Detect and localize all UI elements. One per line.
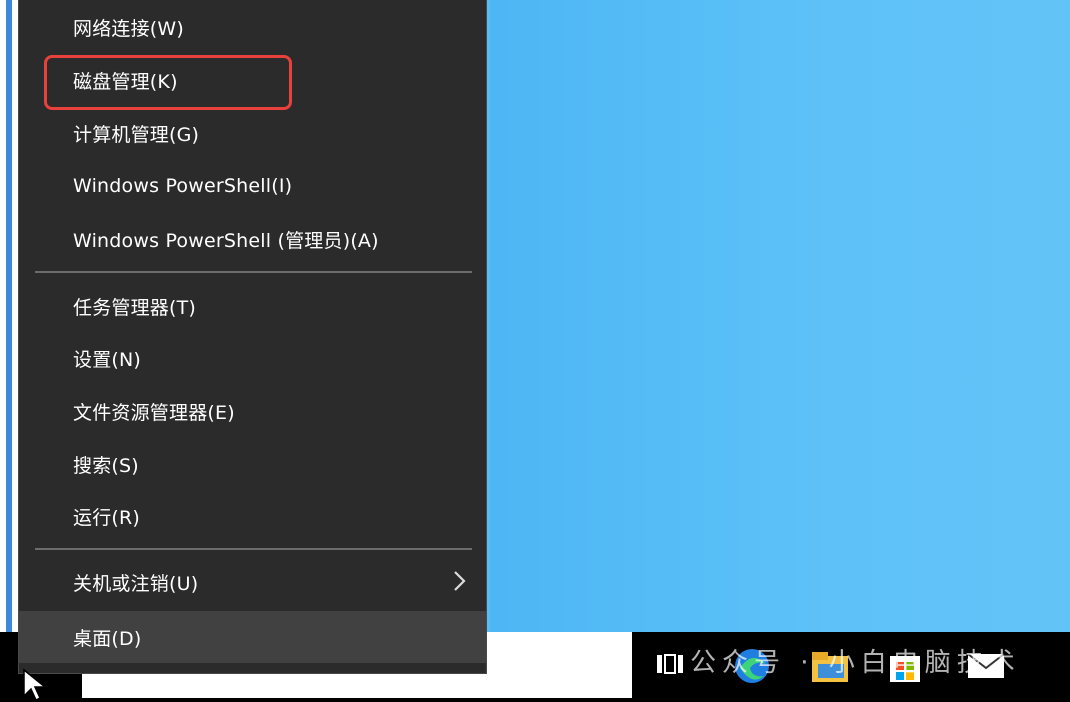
menu-item-file-explorer[interactable]: 文件资源管理器(E) (19, 388, 486, 434)
menu-item-label: Windows PowerShell(I) (73, 175, 293, 197)
menu-item-label: 运行(R) (73, 506, 141, 529)
menu-item-label: 关机或注销(U) (73, 572, 199, 595)
menu-item-powershell[interactable]: Windows PowerShell(I) (19, 163, 486, 209)
menu-item-label: 网络连接(W) (73, 17, 185, 40)
annotation-highlight-box (44, 55, 292, 110)
menu-item-run[interactable]: 运行(R) (19, 493, 486, 539)
task-view-icon[interactable] (655, 651, 685, 677)
chevron-right-icon (454, 571, 466, 591)
menu-item-powershell-admin[interactable]: Windows PowerShell (管理员)(A) (19, 216, 486, 262)
menu-separator (35, 548, 472, 550)
menu-item-task-manager[interactable]: 任务管理器(T) (19, 283, 486, 329)
menu-item-label: 桌面(D) (73, 627, 142, 650)
menu-item-settings[interactable]: 设置(N) (19, 335, 486, 381)
desktop-wallpaper (490, 0, 1070, 632)
menu-item-label: 设置(N) (73, 348, 142, 371)
watermark-text: 公众号 · 小白电脑技术 (690, 648, 1021, 678)
menu-item-search[interactable]: 搜索(S) (19, 441, 486, 487)
menu-item-label: Windows PowerShell (管理员)(A) (73, 229, 379, 252)
menu-item-shutdown-signout[interactable]: 关机或注销(U) (19, 559, 486, 605)
menu-item-network-connections[interactable]: 网络连接(W) (19, 4, 486, 50)
menu-item-label: 任务管理器(T) (73, 296, 197, 319)
background-window-edge (0, 0, 18, 702)
menu-item-label: 文件资源管理器(E) (73, 401, 235, 424)
menu-item-desktop[interactable]: 桌面(D) (19, 611, 486, 663)
menu-item-computer-management[interactable]: 计算机管理(G) (19, 110, 486, 156)
menu-separator (35, 271, 472, 273)
menu-item-label: 搜索(S) (73, 454, 139, 477)
mouse-cursor-icon (23, 668, 48, 702)
menu-item-label: 计算机管理(G) (73, 123, 200, 146)
